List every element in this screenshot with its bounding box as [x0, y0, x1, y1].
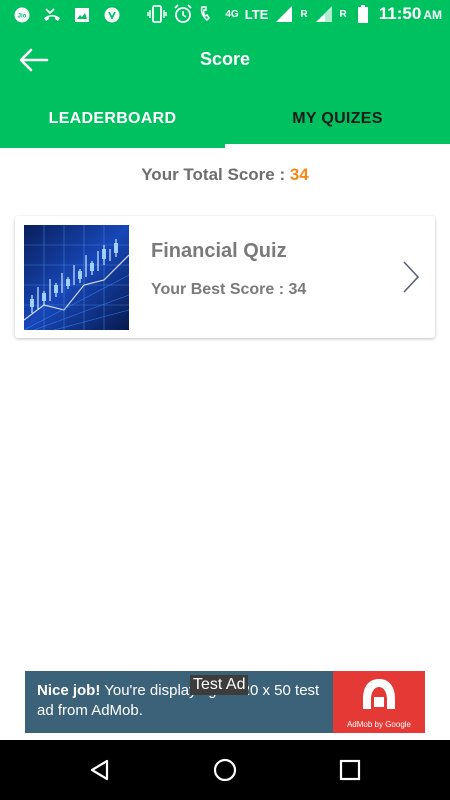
admob-logo: AdMob by Google: [333, 671, 425, 733]
financial-chart-image: [24, 225, 129, 330]
total-score-value: 34: [289, 165, 309, 184]
circle-home-icon: [213, 758, 237, 782]
jio-icon: Jio: [12, 5, 32, 25]
roaming-label-2: R: [339, 8, 347, 20]
quiz-title: Financial Quiz: [151, 240, 287, 262]
quiz-card[interactable]: Financial Quiz Your Best Score : 34: [15, 216, 435, 338]
admob-icon: [363, 679, 395, 709]
alarm-icon: [173, 4, 193, 24]
ad-text: Nice job! You're displaying a 320 x 50 t…: [37, 681, 337, 721]
admob-caption: AdMob by Google: [346, 720, 412, 729]
total-score-label: Your Total Score :: [141, 165, 290, 184]
battery-icon: [353, 4, 373, 24]
page-title: Score: [199, 49, 251, 69]
nav-recents-button[interactable]: [335, 755, 365, 785]
nav-back-button[interactable]: [85, 755, 115, 785]
missed-call-icon: [42, 5, 62, 25]
clock: 11:50 AM: [378, 4, 442, 23]
ad-headline: Nice job!: [37, 682, 101, 699]
network-type-label: 4G: [225, 8, 239, 20]
total-score: Your Total Score : 34: [0, 165, 450, 185]
vibrate-icon: [147, 4, 168, 24]
quiz-best-score: Your Best Score : 34: [151, 281, 307, 298]
status-bar-right: 4G LTE R R 11:50 AM: [147, 4, 442, 24]
test-ad-badge: Test Ad: [190, 675, 249, 695]
tab-indicator: [0, 144, 225, 148]
triangle-back-icon: [90, 759, 109, 781]
svg-text:Jio: Jio: [18, 14, 27, 20]
signal-icon: [274, 4, 294, 24]
square-recents-icon: [339, 759, 361, 781]
image-icon: [72, 5, 92, 25]
chevron-right-icon: [401, 260, 421, 294]
tabs-divider: [225, 144, 450, 148]
call-4g-icon: [199, 4, 219, 24]
lte-label: LTE: [244, 6, 269, 22]
signal-icon-2: [314, 4, 334, 24]
nav-home-button[interactable]: [210, 755, 240, 785]
status-bar-left: Jio: [12, 5, 122, 25]
vpn-shield-icon: [102, 5, 122, 25]
status-bar: Jio 4G LTE R R 11:50 AM: [0, 0, 450, 30]
tab-leaderboard[interactable]: LEADERBOARD: [0, 90, 225, 148]
roaming-label: R: [300, 8, 308, 20]
system-nav-bar: [0, 740, 450, 800]
tab-my-quizes-label[interactable]: MY QUIZES: [225, 90, 450, 148]
app-toolbar: Score: [0, 30, 450, 90]
